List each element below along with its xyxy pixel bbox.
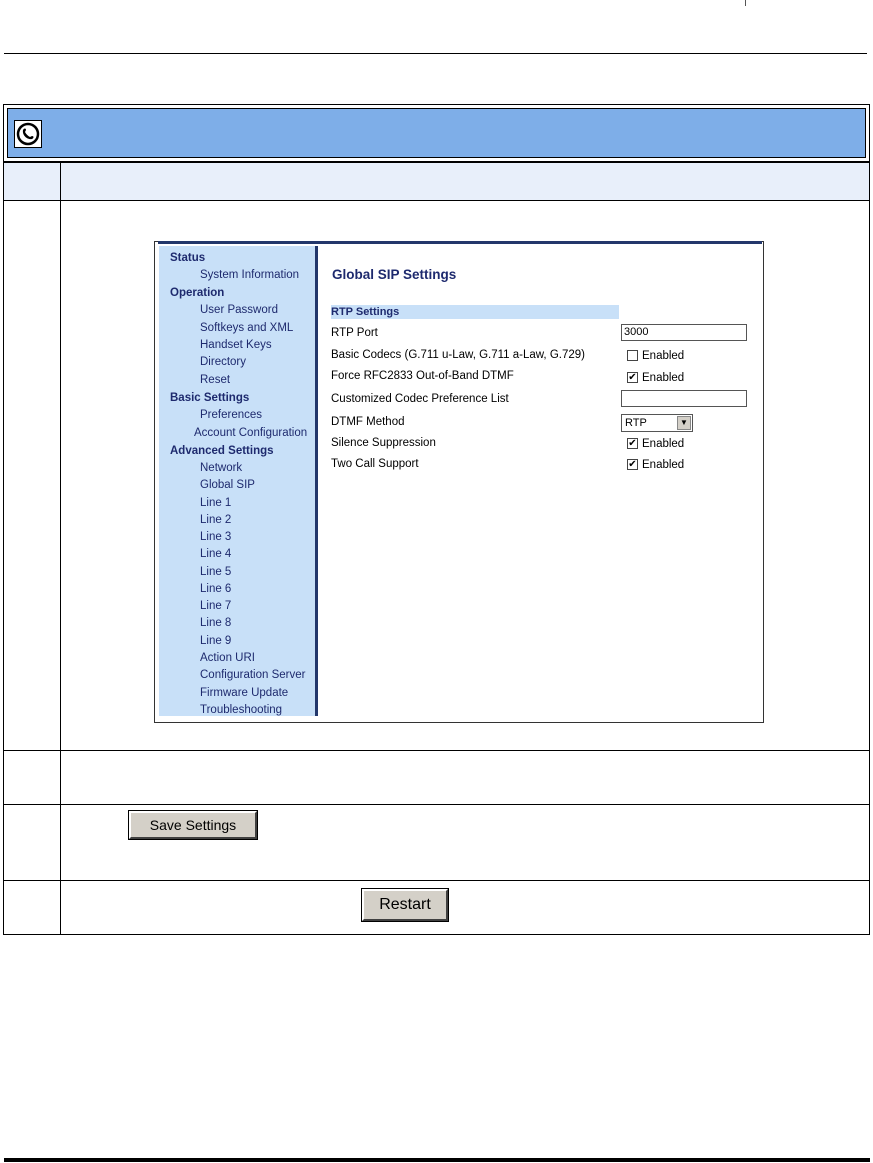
nav-line-9[interactable]: Line 9 bbox=[200, 635, 231, 647]
basic-codecs-enabled-label: Enabled bbox=[642, 350, 685, 362]
custom-codec-label: Customized Codec Preference List bbox=[331, 393, 509, 405]
nav-global-sip[interactable]: Global SIP bbox=[200, 479, 255, 491]
custom-codec-input[interactable] bbox=[621, 390, 747, 407]
nav-line-1[interactable]: Line 1 bbox=[200, 497, 231, 509]
silence-suppression-checkbox[interactable]: ✔ bbox=[627, 438, 638, 449]
web-ui-screenshot: Status System Information Operation User… bbox=[154, 241, 764, 723]
nav-line-3[interactable]: Line 3 bbox=[200, 531, 231, 543]
header-rule bbox=[4, 53, 867, 54]
nav-account-configuration[interactable]: Account Configuration bbox=[194, 427, 307, 439]
nav-operation[interactable]: Operation bbox=[170, 287, 224, 299]
force-rfc-enabled-label: Enabled bbox=[642, 372, 685, 384]
rtp-port-label: RTP Port bbox=[331, 327, 378, 339]
nav-line-2[interactable]: Line 2 bbox=[200, 514, 231, 526]
page-title: Global SIP Settings bbox=[332, 267, 457, 282]
nav-configuration-server[interactable]: Configuration Server bbox=[200, 669, 305, 681]
step-row-2 bbox=[3, 750, 870, 805]
nav-system-information[interactable]: System Information bbox=[200, 269, 299, 281]
sidebar-nav: Status System Information Operation User… bbox=[159, 246, 318, 716]
nav-handset-keys[interactable]: Handset Keys bbox=[200, 339, 272, 351]
step-number-cell bbox=[3, 200, 61, 751]
section-header-label: RTP Settings bbox=[331, 306, 400, 318]
nav-line-7[interactable]: Line 7 bbox=[200, 600, 231, 612]
save-settings-button[interactable]: Save Settings bbox=[128, 810, 258, 840]
nav-status[interactable]: Status bbox=[170, 252, 205, 264]
nav-line-4[interactable]: Line 4 bbox=[200, 548, 231, 560]
dtmf-method-label: DTMF Method bbox=[331, 416, 405, 428]
footer-rule bbox=[4, 1158, 870, 1162]
chevron-down-icon[interactable]: ▼ bbox=[677, 416, 691, 430]
nav-reset[interactable]: Reset bbox=[200, 374, 230, 386]
restart-button[interactable]: Restart bbox=[361, 888, 449, 922]
step-content-cell bbox=[60, 750, 870, 805]
nav-line-8[interactable]: Line 8 bbox=[200, 617, 231, 629]
header-step-cell bbox=[3, 162, 61, 201]
phone-globe-icon bbox=[14, 120, 42, 148]
dtmf-method-value: RTP bbox=[625, 417, 647, 429]
nav-troubleshooting[interactable]: Troubleshooting bbox=[200, 704, 282, 716]
top-tick-mark bbox=[745, 0, 746, 6]
procedure-banner bbox=[3, 104, 870, 162]
nav-action-uri[interactable]: Action URI bbox=[200, 652, 255, 664]
nav-basic-settings[interactable]: Basic Settings bbox=[170, 392, 249, 404]
nav-user-password[interactable]: User Password bbox=[200, 304, 278, 316]
step-number-cell bbox=[3, 880, 61, 935]
step-content-cell bbox=[60, 880, 870, 935]
basic-codecs-checkbox[interactable] bbox=[627, 350, 638, 361]
dtmf-method-select[interactable]: RTP ▼ bbox=[621, 414, 693, 432]
silence-suppression-label: Silence Suppression bbox=[331, 437, 436, 449]
settings-form: Global SIP Settings RTP Settings RTP Por… bbox=[331, 242, 763, 722]
two-call-support-label: Two Call Support bbox=[331, 458, 419, 470]
section-header: RTP Settings bbox=[331, 305, 619, 319]
nav-firmware-update[interactable]: Firmware Update bbox=[200, 687, 288, 699]
banner-fill bbox=[7, 108, 866, 158]
nav-network[interactable]: Network bbox=[200, 462, 242, 474]
silence-enabled-label: Enabled bbox=[642, 438, 685, 450]
nav-advanced-settings[interactable]: Advanced Settings bbox=[170, 445, 274, 457]
panel-top-border bbox=[158, 241, 762, 244]
step-number-cell bbox=[3, 804, 61, 881]
basic-codecs-label: Basic Codecs (G.711 u-Law, G.711 a-Law, … bbox=[331, 349, 585, 361]
nav-directory[interactable]: Directory bbox=[200, 356, 246, 368]
header-action-cell bbox=[60, 162, 870, 201]
nav-preferences[interactable]: Preferences bbox=[200, 409, 262, 421]
force-rfc-label: Force RFC2833 Out-of-Band DTMF bbox=[331, 370, 514, 382]
nav-line-6[interactable]: Line 6 bbox=[200, 583, 231, 595]
nav-softkeys-xml[interactable]: Softkeys and XML bbox=[200, 322, 293, 334]
force-rfc-checkbox[interactable]: ✔ bbox=[627, 372, 638, 383]
two-call-enabled-label: Enabled bbox=[642, 459, 685, 471]
steps-header-row bbox=[3, 162, 870, 201]
two-call-support-checkbox[interactable]: ✔ bbox=[627, 459, 638, 470]
rtp-port-input[interactable]: 3000 bbox=[621, 324, 747, 341]
nav-line-5[interactable]: Line 5 bbox=[200, 566, 231, 578]
step-number-cell bbox=[3, 750, 61, 805]
